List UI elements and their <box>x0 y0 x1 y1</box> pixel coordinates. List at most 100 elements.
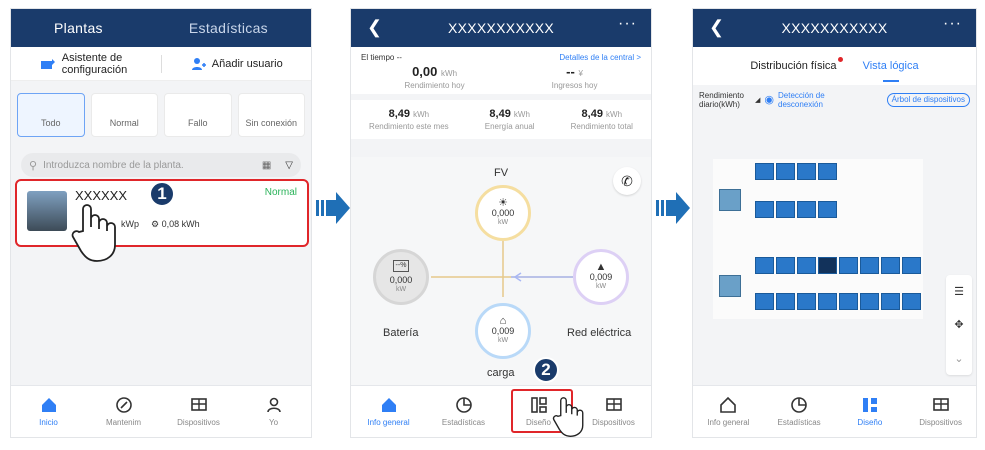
grid-node[interactable]: ▲ 0,009 kW <box>573 249 629 305</box>
pv-module[interactable] <box>881 257 900 274</box>
pv-module[interactable] <box>776 163 795 180</box>
filter-all[interactable]: Todo <box>17 93 85 137</box>
plant-status: Normal <box>264 187 297 198</box>
filter-fault[interactable]: Fallo <box>164 93 232 137</box>
dropdown-icon[interactable]: ◢ <box>755 96 760 105</box>
inverter-block[interactable] <box>719 275 741 297</box>
disconnect-detection-button[interactable]: Detección de desconexión <box>778 91 844 109</box>
tab-physical-layout[interactable]: Distribución física <box>750 57 843 72</box>
plant-energy-value: 0,08 kWh <box>161 219 200 229</box>
setup-wizard-label: Asistente de configuración <box>61 51 128 76</box>
tab-overview[interactable]: Info general <box>351 386 426 437</box>
load-node[interactable]: ⌂ 0,009 kW <box>475 303 531 359</box>
battery-node[interactable]: --% 0,000 kW <box>373 249 429 305</box>
home-icon <box>41 398 56 412</box>
tab-overview-label: Info general <box>367 418 410 427</box>
pv-module[interactable] <box>839 293 858 310</box>
phone-call-button[interactable]: ✆ <box>613 167 641 195</box>
pv-module[interactable] <box>797 201 816 218</box>
pv-module[interactable] <box>755 163 774 180</box>
tab-statistics-label: Estadísticas <box>441 418 486 427</box>
filter-icon[interactable]: ▽ <box>285 160 293 171</box>
pv-module[interactable] <box>818 201 837 218</box>
tab-me[interactable]: Yo <box>236 386 311 437</box>
pv-module[interactable] <box>797 163 816 180</box>
filter-offline[interactable]: Sin conexión <box>237 93 305 137</box>
scan-icon[interactable]: ▦ <box>262 160 271 171</box>
yield-summary: El tiempo -- Detalles de la central > 0,… <box>351 47 651 94</box>
pv-node[interactable]: ☀ 0,000 kW <box>475 185 531 241</box>
home-icon <box>720 396 737 413</box>
inverter-block[interactable] <box>719 189 741 211</box>
pv-value: 0,000 <box>491 208 515 218</box>
more-icon[interactable]: ··· <box>943 15 962 33</box>
pv-module[interactable] <box>881 293 900 310</box>
next-step-arrow-icon <box>316 192 350 224</box>
tab-devices[interactable]: Dispositivos <box>905 386 976 437</box>
tab-statistics[interactable]: Estadísticas <box>764 386 835 437</box>
pv-module[interactable] <box>797 293 816 310</box>
pv-module[interactable] <box>755 201 774 218</box>
pv-module[interactable] <box>902 257 921 274</box>
setup-wizard-button[interactable]: Asistente de configuración <box>11 52 161 76</box>
pv-module[interactable] <box>860 257 879 274</box>
layout-side-tools: ☰ ✥ ⌄ <box>946 275 972 375</box>
plant-title: XXXXXXXXXXX <box>447 20 555 36</box>
pv-module[interactable] <box>839 257 858 274</box>
phone-icon: ✆ <box>621 172 633 189</box>
plant-search[interactable]: ⚲ Introduzca nombre de la planta. ▦ ▽ <box>21 153 301 177</box>
pv-module[interactable] <box>776 201 795 218</box>
fit-screen-icon[interactable]: ✥ <box>954 318 963 331</box>
step-1-badge: 1 <box>149 181 175 207</box>
tab-layout-label: Diseño <box>857 418 883 427</box>
pv-module[interactable] <box>902 293 921 310</box>
pv-module[interactable] <box>818 257 837 274</box>
home-icon <box>381 398 396 412</box>
tab-statistics[interactable]: Estadísticas <box>426 386 501 437</box>
bottom-tabbar: Info general Estadísticas Diseño Disposi… <box>351 385 651 437</box>
pv-module[interactable] <box>818 163 837 180</box>
tab-devices-label: Dispositivos <box>177 418 220 427</box>
pv-module[interactable] <box>755 293 774 310</box>
tab-maintenance[interactable]: Mantenim <box>86 386 161 437</box>
total-yield-label: Rendimiento total <box>570 122 633 131</box>
tab-layout[interactable]: Diseño <box>835 386 906 437</box>
tab-physical-layout-label: Distribución física <box>750 60 837 72</box>
notification-dot <box>837 57 843 62</box>
search-input[interactable]: Introduzca nombre de la planta. <box>43 160 256 171</box>
tab-overview[interactable]: Info general <box>693 386 764 437</box>
navbar: ❮ XXXXXXXXXXX ··· <box>693 9 976 47</box>
add-user-button[interactable]: Añadir usuario <box>162 56 312 72</box>
plant-details-link[interactable]: Detalles de la central > <box>559 53 641 62</box>
house-icon: ⌂ <box>499 315 507 327</box>
back-icon[interactable]: ❮ <box>367 17 382 38</box>
plant-overview-screen: ❮ XXXXXXXXXXX ··· El tiempo -- Detalles … <box>350 8 652 438</box>
tab-logical-view[interactable]: Vista lógica <box>863 60 919 82</box>
tab-plants[interactable]: Plantas <box>54 20 103 36</box>
tab-home[interactable]: Inicio <box>11 386 86 437</box>
pv-layout-canvas <box>713 159 923 319</box>
daily-yield-label[interactable]: Rendimiento diario(kWh) <box>699 91 751 109</box>
tab-devices[interactable]: Dispositivos <box>161 386 236 437</box>
pv-module[interactable] <box>755 257 774 274</box>
layers-icon[interactable]: ☰ <box>954 285 964 298</box>
pv-module[interactable] <box>860 293 879 310</box>
pv-module[interactable] <box>818 293 837 310</box>
back-icon[interactable]: ❮ <box>709 17 724 38</box>
device-tree-button[interactable]: Árbol de dispositivos <box>886 93 970 107</box>
tab-statistics[interactable]: Estadísticas <box>189 20 268 36</box>
load-label: carga <box>487 367 515 379</box>
disconnect-icon: ◉ <box>764 93 774 106</box>
layout-toolbar: Rendimiento diario(kWh) ◢ ◉ Detección de… <box>693 85 976 115</box>
pv-module[interactable] <box>776 257 795 274</box>
more-icon[interactable]: ··· <box>618 15 637 33</box>
filter-normal[interactable]: Normal <box>90 93 158 137</box>
pv-module[interactable] <box>797 257 816 274</box>
plant-energy: ⚙ 0,08 kWh <box>151 219 200 229</box>
today-income: -- ¥ Ingresos hoy <box>552 64 598 90</box>
grid-tower-icon: ▲ <box>595 261 607 273</box>
status-filters: Todo Normal Fallo Sin conexión <box>11 81 311 145</box>
wizard-icon <box>40 58 55 69</box>
pv-module[interactable] <box>776 293 795 310</box>
collapse-icon[interactable]: ⌄ <box>954 352 963 365</box>
